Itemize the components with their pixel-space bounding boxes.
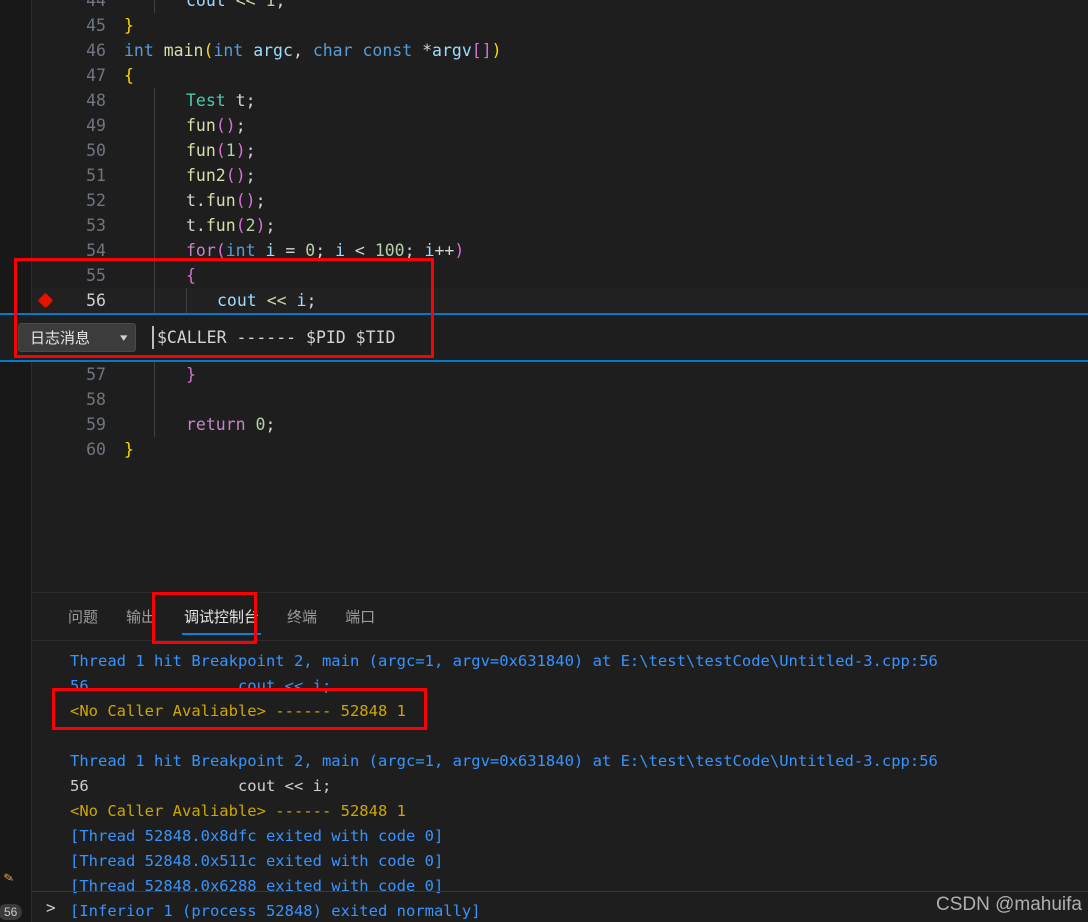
breakpoint-type-label: 日志消息	[30, 330, 91, 347]
line-number: 45	[86, 16, 106, 35]
code-line[interactable]: 47 {	[32, 63, 1088, 88]
code-line[interactable]: 58	[32, 387, 1088, 412]
code-text: Test t;	[186, 91, 256, 110]
console-line: <No Caller Avaliable> ------ 52848 1	[70, 802, 406, 820]
panel-tab-0[interactable]: 问题	[54, 593, 112, 641]
code-line[interactable]: 57}	[32, 362, 1088, 387]
line-number: 60	[86, 440, 106, 459]
line-number: 46	[86, 41, 106, 60]
text-caret	[152, 326, 154, 349]
line-number: 49	[86, 116, 106, 135]
code-text: }	[124, 440, 134, 459]
logmessage-input[interactable]: $CALLER ------ $PID $TID	[152, 323, 1088, 352]
line-number: 44	[86, 0, 106, 10]
panel-tab-2[interactable]: 调试控制台	[170, 593, 273, 641]
code-line[interactable]: 52 t.fun();	[32, 188, 1088, 213]
line-number: 55	[86, 266, 106, 285]
line-badge: 56	[0, 904, 23, 920]
watermark: CSDN @mahuifa	[936, 894, 1082, 915]
code-line[interactable]: 46 int main(int argc, char const *argv[])	[32, 38, 1088, 63]
code-line[interactable]: 53 t.fun(2);	[32, 213, 1088, 238]
code-editor[interactable]: 44 cout << 1; 45} 46 int main(int argc, char…	[32, 0, 1088, 592]
panel-tab-1[interactable]: 输出	[112, 593, 170, 641]
code-line[interactable]: 44 cout << 1;	[32, 0, 1088, 13]
bottom-panel: 问题 输出 调试控制台 终端 端口 Thread 1 hit Breakpoint 2,…	[32, 592, 1088, 922]
editor-left-edge-strip: ✎ 56	[0, 0, 32, 922]
code-text: }	[186, 365, 196, 384]
code-line[interactable]: 51 fun2();	[32, 163, 1088, 188]
code-text: int main(int argc, char const *argv[])	[124, 41, 502, 60]
line-number: 59	[86, 415, 106, 434]
code-text: {	[186, 266, 196, 285]
code-text: t.fun();	[186, 191, 266, 210]
line-number: 54	[86, 241, 106, 260]
prompt-chevron-icon: >	[46, 897, 56, 917]
line-number: 47	[86, 66, 106, 85]
code-text: fun();	[186, 116, 246, 135]
code-text: cout << i;	[217, 291, 317, 310]
panel-tab-4[interactable]: 端口	[331, 593, 389, 641]
pencil-icon: ✎	[2, 867, 15, 887]
code-line[interactable]: 55 {	[32, 263, 1088, 288]
chevron-down-icon: ▾	[120, 332, 128, 344]
indent-guide	[154, 387, 155, 412]
console-line: [Thread 52848.0x8dfc exited with code 0]	[70, 827, 444, 845]
code-line[interactable]: 45}	[32, 13, 1088, 38]
code-line[interactable]: 49 fun();	[32, 113, 1088, 138]
code-line[interactable]: 59 return 0;	[32, 412, 1088, 437]
logmessage-input-value: $CALLER ------ $PID $TID	[157, 328, 396, 347]
line-number: 57	[86, 365, 106, 384]
breakpoint-type-select[interactable]: 日志消息 ▾	[18, 323, 136, 352]
console-line: 56 cout << i;	[70, 777, 332, 795]
console-line: Thread 1 hit Breakpoint 2, main (argc=1,…	[70, 652, 938, 670]
breakpoint-logmessage-widget[interactable]: 日志消息 ▾ $CALLER ------ $PID $TID	[0, 313, 1088, 362]
line-number: 52	[86, 191, 106, 210]
code-text: t.fun(2);	[186, 216, 276, 235]
code-line[interactable]: 50 fun(1);	[32, 138, 1088, 163]
line-number: 50	[86, 141, 106, 160]
vscode-window: ✎ 56 44 cout << 1; 45} 46 int main(int argc,…	[0, 0, 1088, 922]
code-text: fun(1);	[186, 141, 256, 160]
line-number: 48	[86, 91, 106, 110]
code-text: cout << 1;	[186, 0, 286, 10]
code-text: for(int i = 0; i < 100; i++)	[186, 241, 465, 260]
code-text: return 0;	[186, 415, 276, 434]
console-line: Thread 1 hit Breakpoint 2, main (argc=1,…	[70, 752, 938, 770]
panel-tab-3[interactable]: 终端	[273, 593, 331, 641]
line-number: 58	[86, 390, 106, 409]
line-number: 56	[86, 291, 106, 310]
console-line: [Thread 52848.0x511c exited with code 0]	[70, 852, 444, 870]
code-text: fun2();	[186, 166, 256, 185]
code-text: }	[124, 16, 134, 35]
code-text: {	[124, 66, 134, 85]
code-line[interactable]: 54 for(int i = 0; i < 100; i++)	[32, 238, 1088, 263]
debug-console-input-row[interactable]: >	[32, 892, 1088, 922]
console-line: <No Caller Avaliable> ------ 52848 1	[70, 702, 406, 720]
panel-tab-bar: 问题 输出 调试控制台 终端 端口	[32, 593, 1088, 641]
code-line[interactable]: 48 Test t;	[32, 88, 1088, 113]
debug-console-output[interactable]: Thread 1 hit Breakpoint 2, main (argc=1,…	[32, 641, 1088, 922]
line-number: 53	[86, 216, 106, 235]
code-line[interactable]: 60}	[32, 437, 1088, 462]
line-number: 51	[86, 166, 106, 185]
console-line: 56 cout << i;	[70, 677, 332, 695]
code-line[interactable]: 56 cout << i;	[32, 288, 1088, 313]
